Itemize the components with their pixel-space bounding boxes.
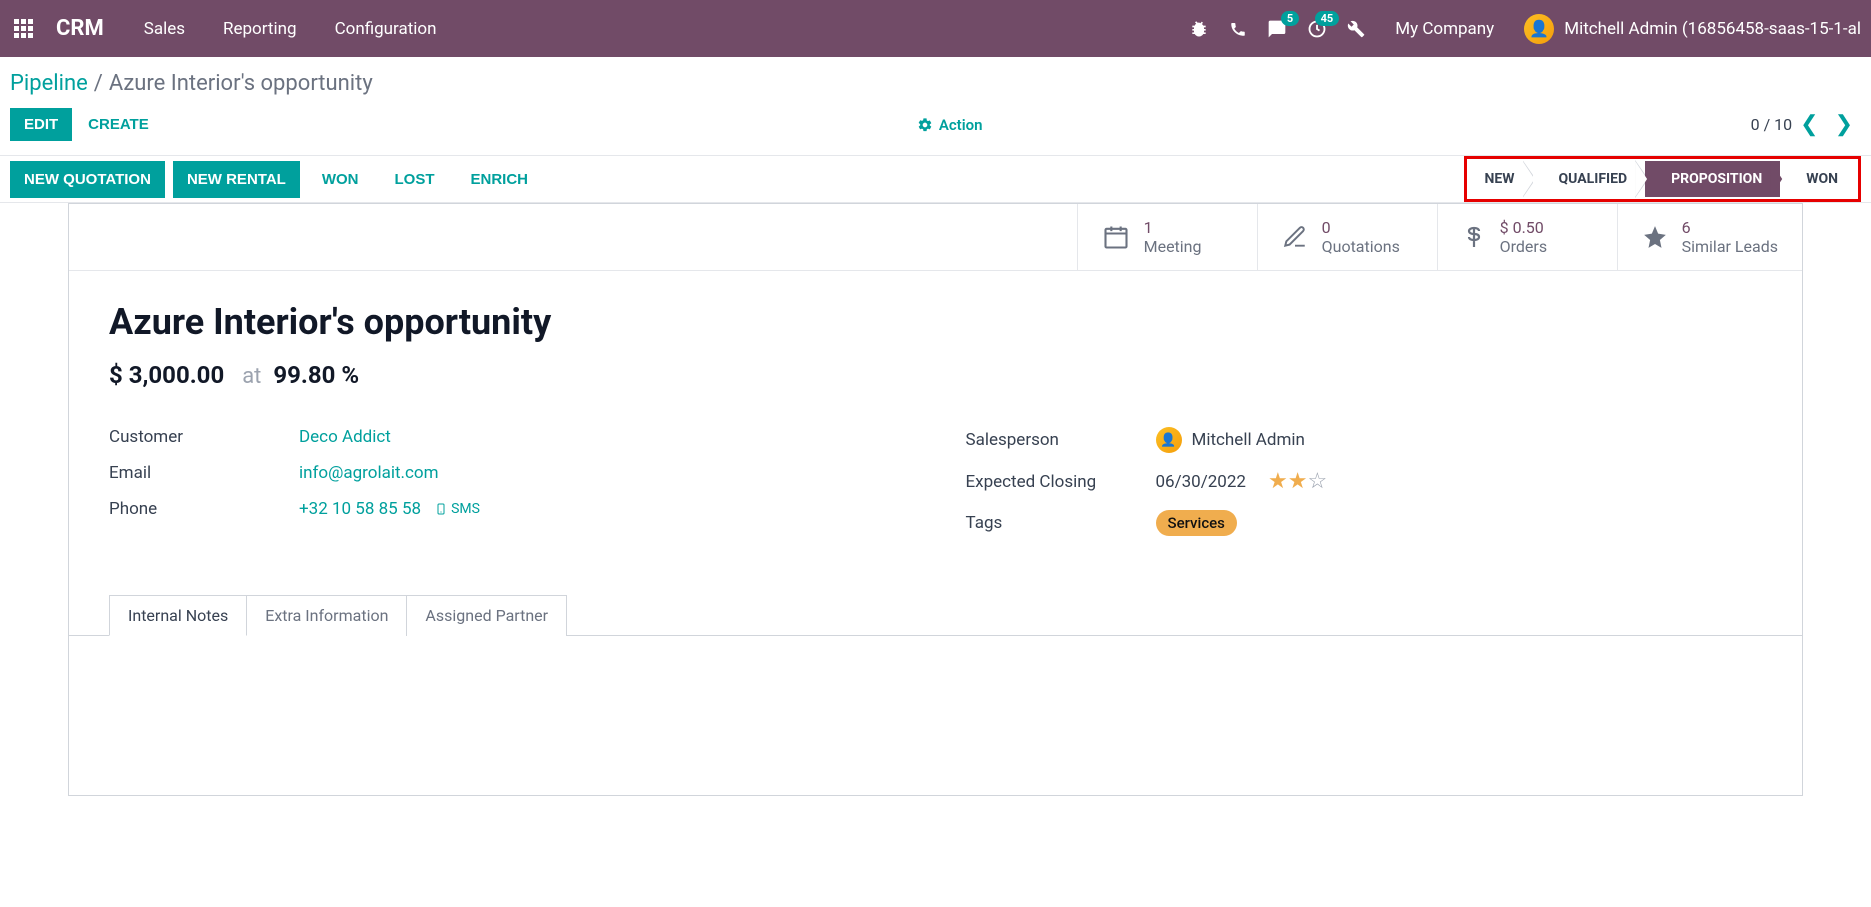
amount-row: $ 3,000.00 at 99.80 % bbox=[109, 361, 1762, 389]
priority-stars[interactable]: ★ ★ ☆ bbox=[1268, 469, 1327, 494]
top-nav: CRM Sales Reporting Configuration 5 45 M… bbox=[0, 0, 1871, 57]
new-quotation-button[interactable]: NEW QUOTATION bbox=[10, 161, 165, 198]
at-label: at bbox=[242, 364, 261, 389]
create-button[interactable]: CREATE bbox=[88, 116, 149, 133]
pager-text: 0 / 10 bbox=[1751, 115, 1793, 134]
label-phone: Phone bbox=[109, 499, 299, 519]
menu-reporting[interactable]: Reporting bbox=[223, 19, 297, 39]
probability: 99.80 % bbox=[273, 361, 359, 389]
tab-extra-information[interactable]: Extra Information bbox=[247, 595, 407, 636]
label-expected-closing: Expected Closing bbox=[966, 472, 1156, 492]
menu-sales[interactable]: Sales bbox=[144, 19, 185, 39]
actions-row: EDIT CREATE Action 0 / 10 ❮ ❯ bbox=[0, 102, 1871, 155]
stat-similar-num: 6 bbox=[1682, 218, 1778, 237]
app-brand[interactable]: CRM bbox=[56, 16, 104, 41]
record-card: 1Meeting 0Quotations $ 0.50Orders 6Simil… bbox=[68, 203, 1803, 796]
dollar-icon bbox=[1462, 223, 1486, 251]
calendar-icon bbox=[1102, 223, 1130, 251]
tag-services[interactable]: Services bbox=[1156, 510, 1237, 536]
stat-similar-label: Similar Leads bbox=[1682, 237, 1778, 256]
messages-icon[interactable]: 5 bbox=[1267, 19, 1287, 39]
star-3-icon[interactable]: ☆ bbox=[1307, 469, 1327, 494]
value-phone[interactable]: +32 10 58 85 58 bbox=[299, 499, 421, 519]
edit-button[interactable]: EDIT bbox=[10, 108, 72, 141]
pager-prev[interactable]: ❮ bbox=[1800, 112, 1818, 137]
label-email: Email bbox=[109, 463, 299, 483]
activity-badge: 45 bbox=[1315, 11, 1340, 26]
status-step-won[interactable]: WON bbox=[1780, 161, 1856, 197]
status-step-qualified[interactable]: QUALIFIED bbox=[1533, 161, 1646, 197]
stat-orders-num: $ 0.50 bbox=[1500, 218, 1547, 237]
expected-revenue: $ 3,000.00 bbox=[109, 361, 224, 389]
action-dropdown[interactable]: Action bbox=[917, 116, 983, 134]
label-salesperson: Salesperson bbox=[966, 430, 1156, 450]
tabs: Internal Notes Extra Information Assigne… bbox=[69, 594, 1802, 635]
tab-assigned-partner[interactable]: Assigned Partner bbox=[407, 595, 567, 636]
value-salesperson: Mitchell Admin bbox=[1192, 430, 1305, 450]
value-expected-closing: 06/30/2022 bbox=[1156, 472, 1246, 492]
star-2-icon[interactable]: ★ bbox=[1288, 469, 1308, 494]
edit-icon bbox=[1282, 224, 1308, 250]
pager: 0 / 10 ❮ ❯ bbox=[1751, 112, 1861, 137]
label-customer: Customer bbox=[109, 427, 299, 447]
tools-icon[interactable] bbox=[1347, 20, 1365, 38]
sms-link[interactable]: SMS bbox=[435, 501, 480, 517]
stat-orders[interactable]: $ 0.50Orders bbox=[1437, 204, 1617, 270]
stat-meeting[interactable]: 1Meeting bbox=[1077, 204, 1257, 270]
label-tags: Tags bbox=[966, 513, 1156, 533]
pager-next[interactable]: ❯ bbox=[1835, 112, 1853, 137]
stat-meeting-label: Meeting bbox=[1144, 237, 1202, 256]
stat-orders-label: Orders bbox=[1500, 237, 1547, 256]
avatar: 👤 bbox=[1524, 14, 1554, 44]
breadcrumb-current: Azure Interior's opportunity bbox=[109, 71, 373, 96]
messages-badge: 5 bbox=[1281, 11, 1299, 26]
user-menu[interactable]: 👤 Mitchell Admin (16856458-saas-15-1-al bbox=[1524, 14, 1861, 44]
toolbar: NEW QUOTATION NEW RENTAL WON LOST ENRICH… bbox=[0, 156, 1871, 203]
stat-quotations-label: Quotations bbox=[1322, 237, 1400, 256]
tab-internal-notes[interactable]: Internal Notes bbox=[109, 595, 247, 636]
activity-icon[interactable]: 45 bbox=[1307, 19, 1327, 39]
stat-meeting-num: 1 bbox=[1144, 218, 1202, 237]
stat-quotations[interactable]: 0Quotations bbox=[1257, 204, 1437, 270]
action-label: Action bbox=[939, 116, 983, 134]
record-title: Azure Interior's opportunity bbox=[109, 301, 1762, 343]
details: Customer Deco Addict Email info@agrolait… bbox=[109, 419, 1762, 544]
lost-button[interactable]: LOST bbox=[381, 161, 449, 198]
star-1-icon[interactable]: ★ bbox=[1268, 469, 1288, 494]
new-rental-button[interactable]: NEW RENTAL bbox=[173, 161, 300, 198]
apps-icon[interactable] bbox=[10, 15, 38, 43]
star-icon bbox=[1642, 224, 1668, 250]
company-name[interactable]: My Company bbox=[1395, 19, 1494, 39]
stat-quotations-num: 0 bbox=[1322, 218, 1400, 237]
won-button[interactable]: WON bbox=[308, 161, 373, 198]
status-step-new[interactable]: NEW bbox=[1469, 161, 1533, 197]
stat-row: 1Meeting 0Quotations $ 0.50Orders 6Simil… bbox=[69, 204, 1802, 271]
status-bar: NEW QUALIFIED PROPOSITION WON bbox=[1464, 156, 1862, 202]
stat-similar[interactable]: 6Similar Leads bbox=[1617, 204, 1802, 270]
breadcrumb: Pipeline / Azure Interior's opportunity bbox=[0, 57, 1871, 102]
breadcrumb-root[interactable]: Pipeline bbox=[10, 71, 88, 96]
status-step-proposition[interactable]: PROPOSITION bbox=[1645, 161, 1780, 197]
enrich-button[interactable]: ENRICH bbox=[457, 161, 543, 198]
debug-icon[interactable] bbox=[1189, 19, 1209, 39]
user-name: Mitchell Admin (16856458-saas-15-1-al bbox=[1564, 19, 1861, 39]
salesperson-avatar: 👤 bbox=[1156, 427, 1182, 453]
menu-configuration[interactable]: Configuration bbox=[335, 19, 437, 39]
sms-label: SMS bbox=[451, 501, 480, 517]
breadcrumb-sep: / bbox=[94, 71, 103, 96]
phone-icon[interactable] bbox=[1229, 20, 1247, 38]
tab-content bbox=[69, 635, 1802, 795]
value-email[interactable]: info@agrolait.com bbox=[299, 463, 439, 483]
value-customer[interactable]: Deco Addict bbox=[299, 427, 391, 447]
